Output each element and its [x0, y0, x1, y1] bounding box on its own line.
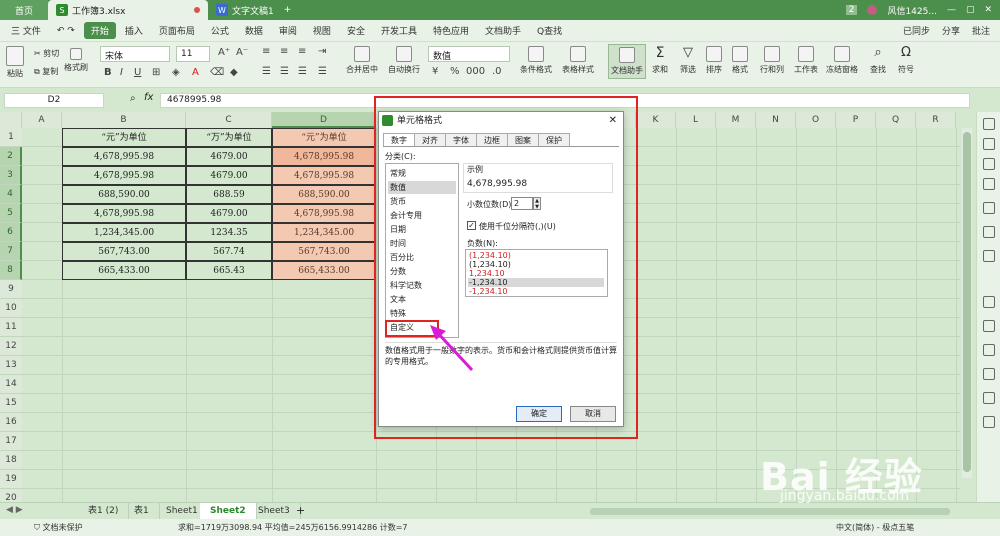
- arrow-shaft: [433, 328, 474, 372]
- watermark-url: jingyan.baidu.com: [780, 488, 910, 504]
